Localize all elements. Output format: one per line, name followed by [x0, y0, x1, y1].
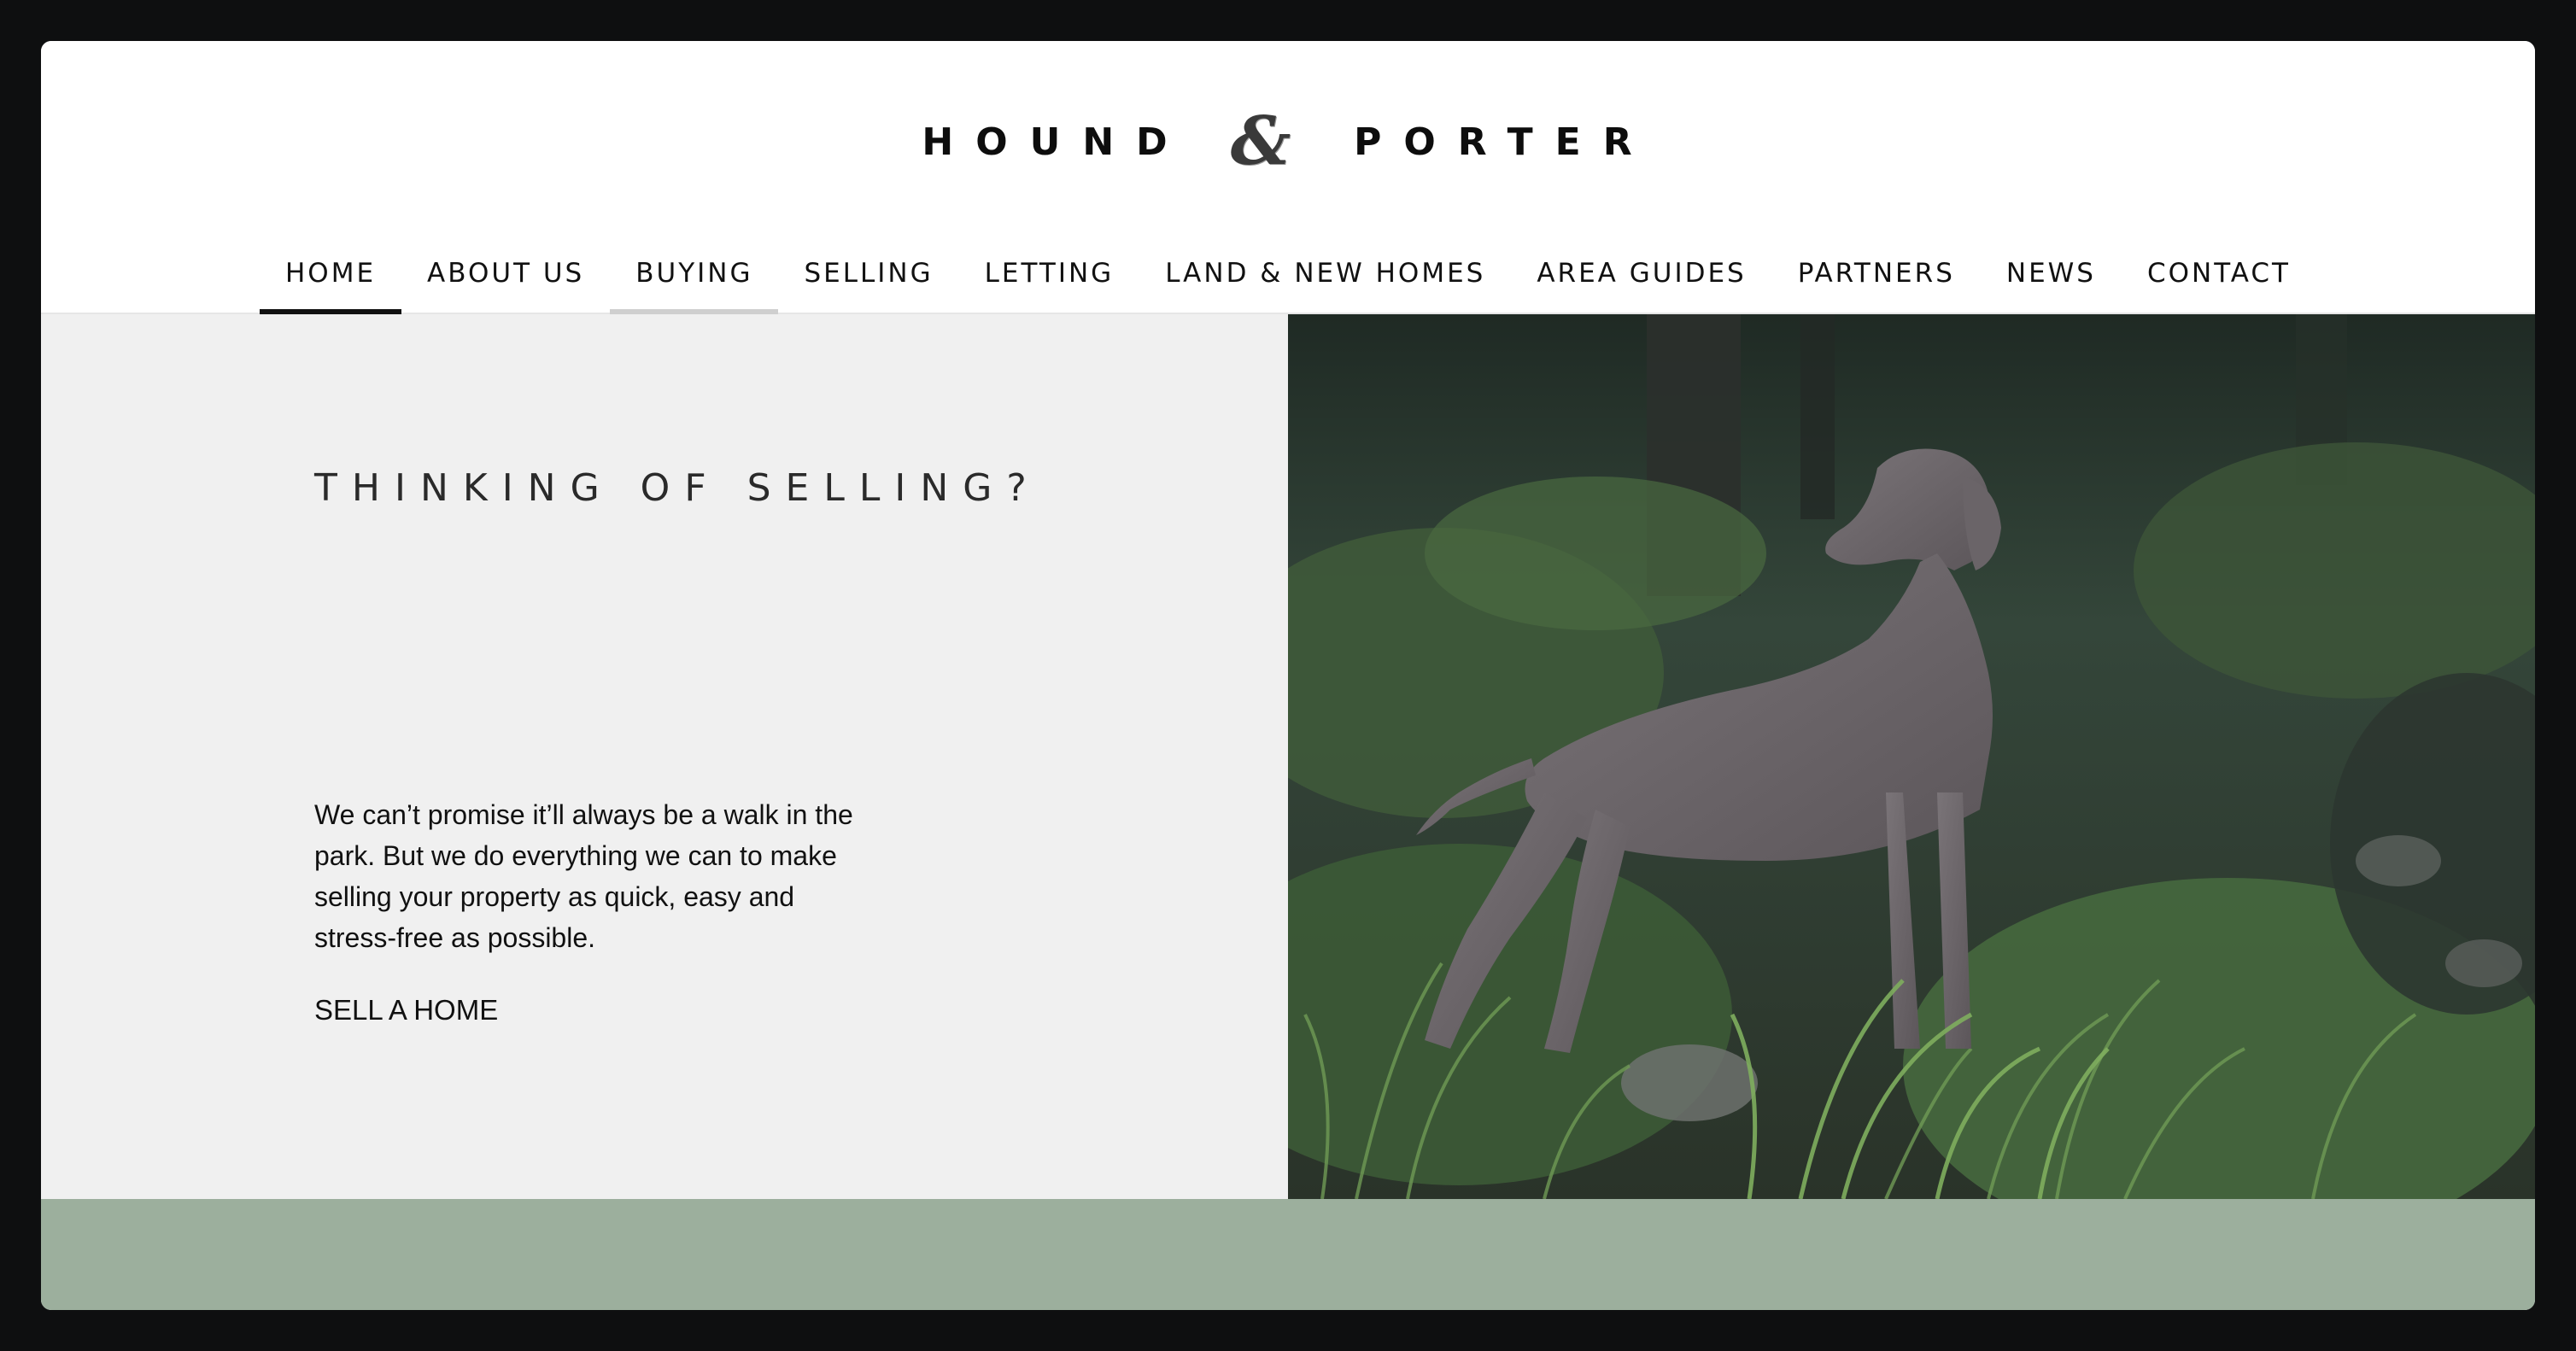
logo-word-right: PORTER	[1354, 120, 1654, 164]
nav-item-area-guides[interactable]: AREA GUIDES	[1511, 246, 1771, 314]
nav-item-selling[interactable]: SELLING	[778, 246, 958, 314]
logo-ampersand: &	[1230, 102, 1291, 180]
hero-body-text: We can’t promise it’ll always be a walk …	[314, 799, 853, 953]
sell-a-home-link[interactable]: SELL A HOME	[314, 994, 498, 1026]
nav-item-letting[interactable]: LETTING	[959, 246, 1140, 314]
dog-in-forest-photo	[1288, 314, 2535, 1199]
nav-item-buying[interactable]: BUYING	[610, 246, 779, 314]
nav-item-contact[interactable]: CONTACT	[2122, 246, 2316, 314]
hero-image	[1288, 314, 2535, 1199]
hero-text-panel: THINKING OF SELLING? We can’t promise it…	[41, 314, 1288, 1199]
nav-item-partners[interactable]: PARTNERS	[1772, 246, 1981, 314]
nav-item-about-us[interactable]: ABOUT US	[401, 246, 610, 314]
hero-title: THINKING OF SELLING?	[314, 466, 1041, 510]
logo-word-left: HOUND	[922, 120, 1190, 164]
nav-item-home[interactable]: HOME	[260, 246, 402, 314]
browser-page: HOUND & PORTER HOME ABOUT US BUYING SELL…	[41, 41, 2535, 1310]
site-header: HOUND & PORTER HOME ABOUT US BUYING SELL…	[41, 41, 2535, 314]
footer-band	[41, 1199, 2535, 1310]
nav-item-news[interactable]: NEWS	[1981, 246, 2122, 314]
site-logo[interactable]: HOUND & PORTER	[41, 108, 2535, 176]
nav-item-land-new-homes[interactable]: LAND & NEW HOMES	[1139, 246, 1511, 314]
main-nav: HOME ABOUT US BUYING SELLING LETTING LAN…	[41, 246, 2535, 314]
